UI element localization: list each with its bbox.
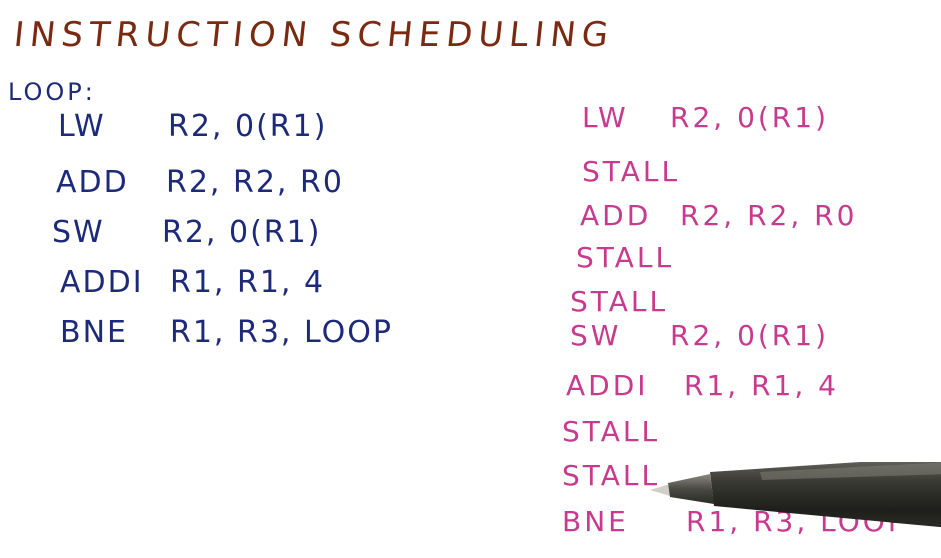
opcode: STALL (582, 155, 681, 188)
page-title: INSTRUCTION SCHEDULING (11, 15, 617, 55)
code-line: LW R2, 0(R1) (58, 112, 478, 152)
loop-label: LOOP: (8, 78, 96, 106)
operands: R2, 0(R1) (168, 109, 328, 144)
stall-line: STALL (582, 158, 941, 194)
operands: R1, R1, 4 (684, 369, 839, 402)
stylus-pen-icon (650, 462, 941, 528)
opcode: ADD (580, 199, 652, 232)
operands: R2, 0(R1) (670, 101, 830, 134)
operands: R2, R2, R0 (166, 165, 344, 200)
opcode: ADD (56, 165, 129, 200)
stall-line: STALL (576, 244, 941, 280)
opcode: STALL (576, 241, 675, 274)
opcode: SW (52, 215, 105, 250)
code-line: ADD R2, R2, R0 (56, 168, 476, 208)
scheduled-line: LW R2, 0(R1) (582, 104, 941, 140)
code-line: BNE R1, R3, LOOP (60, 318, 480, 358)
operands: R1, R3, LOOP (170, 315, 393, 350)
code-line: SW R2, 0(R1) (52, 218, 472, 258)
code-line: ADDI R1, R1, 4 (60, 268, 480, 308)
scheduled-line: ADDI R1, R1, 4 (566, 372, 941, 408)
opcode: LW (58, 109, 106, 144)
operands: R2, R2, R0 (680, 199, 858, 232)
operands: R2, 0(R1) (162, 215, 322, 250)
opcode: STALL (562, 415, 661, 448)
whiteboard-canvas: INSTRUCTION SCHEDULING LOOP: LW R2, 0(R1… (0, 0, 941, 558)
operands: R1, R1, 4 (170, 265, 326, 300)
scheduled-line: ADD R2, R2, R0 (580, 202, 941, 238)
stall-line: STALL (562, 418, 941, 454)
opcode: STALL (570, 285, 669, 318)
opcode: ADDI (566, 369, 649, 402)
opcode: ADDI (60, 265, 144, 300)
opcode: SW (570, 319, 622, 352)
opcode: BNE (562, 505, 629, 538)
opcode: LW (582, 101, 629, 134)
opcode: BNE (60, 315, 128, 350)
scheduled-line: SW R2, 0(R1) (570, 322, 941, 358)
operands: R2, 0(R1) (670, 319, 830, 352)
